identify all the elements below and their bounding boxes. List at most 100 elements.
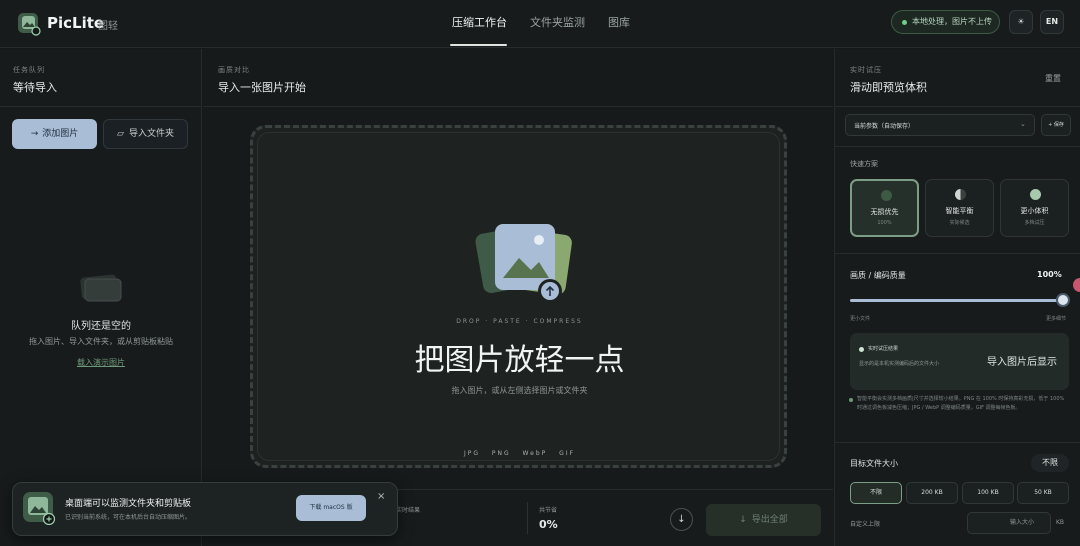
brand-name: PicLite [47,14,105,32]
quality-compare-panel: 画质对比 导入一张图片开始 DROP · PASTE · COMPRESS 把图… [203,49,833,546]
empty-stack-icon [80,274,122,302]
target-option-100kb[interactable]: 100 KB [962,482,1014,504]
divider [835,146,1080,147]
target-option-200kb[interactable]: 200 KB [906,482,958,504]
floating-assistant-icon[interactable] [1073,278,1080,292]
preset-card-title: 更小体积 [1020,207,1049,215]
preview-label: 实时试压结果 [868,346,899,352]
preset-card-title: 智能平衡 [945,207,974,215]
add-images-button[interactable]: → 添加图片 [12,119,97,149]
target-option-50kb[interactable]: 50 KB [1017,482,1069,504]
theme-toggle-button[interactable]: ☀ [1009,10,1033,34]
divider [0,106,202,107]
desktop-app-toast: 桌面端可以监测文件夹和剪贴板 已识别当前系统，可在本机后台自动压缩图片。 下载 … [12,482,398,536]
import-folder-label: 导入文件夹 [128,129,174,139]
empty-queue-title: 队列还是空的 [71,321,131,332]
quality-slider-track[interactable] [850,299,1063,302]
quick-plan-label: 快速方案 [850,160,878,168]
status-dot-icon [902,20,907,25]
folder-icon: ▱ [117,129,124,139]
preset-card-smaller[interactable]: 更小体积 多档试压 [1000,179,1069,237]
drop-title: 把图片放轻一点 [414,343,625,378]
trial-title: 滑动即预览体积 [850,81,927,94]
top-bar: PicLite 图轻 压缩工作台 文件夹监测 图库 本地处理，图片不上传 ☀ E… [0,0,1080,48]
preset-card-subtitle: 多档试压 [1024,220,1045,226]
section-label: 画质对比 [218,66,250,74]
image-upload-icon [475,224,572,303]
preset-select[interactable]: 当前参数（自动保存） ⌄ [845,114,1035,136]
live-trial-panel: 实时试压 滑动即预览体积 重置 当前参数（自动保存） ⌄ + 保存 快速方案 无… [834,49,1080,546]
preset-card-balanced[interactable]: 智能平衡 实际候选 [925,179,994,237]
saved-value: 0% [539,518,558,531]
status-dot-icon [859,347,864,352]
quality-value: 100% [1037,270,1062,279]
section-label: 实时试压 [850,66,882,74]
add-images-label: 添加图片 [42,129,79,139]
reset-button[interactable]: 重置 [1045,73,1061,84]
custom-limit-label: 自定义上限 [850,521,881,528]
preset-card-title: 无损优先 [870,208,899,216]
saved-label: 共节省 [539,507,558,514]
tab-compress-workbench[interactable]: 压缩工作台 [452,14,507,30]
brand-subtitle: 图轻 [98,21,118,32]
custom-limit-unit: KB [1056,519,1065,526]
half-circle-icon [955,189,966,200]
active-tab-indicator [450,44,507,46]
export-all-button[interactable]: ↓ 导出全部 [706,504,821,536]
target-size-value: 不限 [1031,454,1069,472]
load-demo-link[interactable]: 载入演示图片 [0,357,202,368]
import-folder-button[interactable]: ▱ 导入文件夹 [103,119,188,149]
supported-formats: JPG PNG WebP GIF [463,450,576,457]
preset-card-lossless[interactable]: 无损优先 100% [850,179,919,237]
download-macos-button[interactable]: 下载 macOS 版 [296,495,366,521]
slider-min-label: 更小文件 [850,316,871,322]
compare-title: 导入一张图片开始 [218,81,306,94]
preset-select-value: 当前参数（自动保存） [854,123,915,130]
download-icon[interactable]: ↓ [670,508,693,531]
empty-queue-description: 拖入图片、导入文件夹，或从剪贴板粘贴 [29,337,173,346]
drop-zone[interactable]: DROP · PASTE · COMPRESS 把图片放轻一点 拖入图片，或从左… [250,125,787,468]
download-arrow-icon: ↓ [739,515,747,525]
preset-card-subtitle: 100% [877,220,892,226]
target-option-unlimited[interactable]: 不限 [850,482,902,504]
preview-description: 显示的是本机实测编码后的文件大小 [859,361,940,367]
export-all-label: 导出全部 [751,515,788,525]
toast-description: 已识别当前系统，可在本机后台自动压缩图片。 [65,514,192,521]
close-icon[interactable]: × [377,491,385,502]
tab-gallery[interactable]: 图库 [608,14,630,30]
drop-zone-inner: DROP · PASTE · COMPRESS 把图片放轻一点 拖入图片，或从左… [257,132,780,461]
sun-icon: ☀ [1017,17,1025,26]
piclite-app-icon [23,492,56,525]
filled-circle-icon [1030,189,1041,200]
vertical-divider [527,502,528,534]
language-toggle-button[interactable]: EN [1040,10,1064,34]
lossless-icon [881,190,892,201]
local-processing-text: 本地处理，图片不上传 [912,17,992,26]
queue-title: 等待导入 [13,81,57,94]
piclite-logo-icon[interactable] [16,10,42,36]
divider [835,253,1080,254]
preview-placeholder: 导入图片后显示 [987,357,1057,368]
tab-folder-monitor[interactable]: 文件夹监测 [530,14,585,30]
divider [835,442,1080,443]
section-label: 任务队列 [13,66,45,74]
target-size-label: 目标文件大小 [850,459,898,468]
divider [203,106,833,107]
drop-hint: 拖入图片，或从左侧选择图片或文件夹 [451,386,588,395]
slider-max-label: 更多细节 [1046,316,1067,322]
drop-caption: DROP · PASTE · COMPRESS [456,318,583,325]
live-preview-box: 实时试压结果 显示的是本机实测编码后的文件大小 导入图片后显示 [850,333,1069,390]
custom-limit-input[interactable]: 输入大小 [967,512,1051,534]
divider [835,106,1080,107]
arrow-right-icon: → [30,129,39,139]
save-preset-button[interactable]: + 保存 [1041,114,1071,136]
compression-note: 智能平衡会实测多档画质|尺寸并选择较小结果。PNG 在 100% 时保持真彩无损… [857,396,1065,411]
quality-label: 画质 / 编码质量 [850,271,906,280]
quality-slider-handle[interactable] [1056,293,1070,307]
note-bullet-icon [849,398,853,402]
chevron-down-icon: ⌄ [1020,120,1026,128]
task-queue-panel: 任务队列 等待导入 → 添加图片 ▱ 导入文件夹 队列还是空的 拖入图片、导入文件夹… [0,49,202,546]
local-processing-badge: 本地处理，图片不上传 [891,10,1000,34]
preset-card-subtitle: 实际候选 [949,220,970,226]
realtime-result-label: 实时结果 [396,507,421,514]
